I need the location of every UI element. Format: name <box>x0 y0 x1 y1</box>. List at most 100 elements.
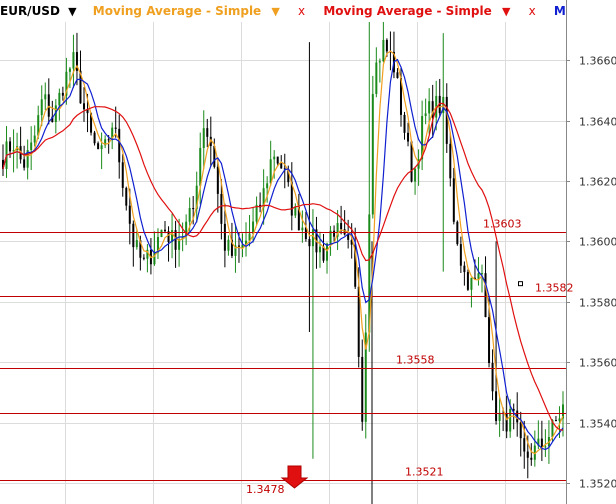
candle-body <box>308 239 311 247</box>
candle-body <box>495 391 498 421</box>
candle-body <box>403 114 406 133</box>
candle-body <box>554 420 557 422</box>
price-tick-label: 1.3560 <box>579 357 616 370</box>
candle-body <box>125 187 128 206</box>
candle-body <box>114 127 117 129</box>
candle-body <box>371 93 374 215</box>
candle-body <box>188 208 191 222</box>
level-label: 1.3558 <box>396 354 435 367</box>
candle-body <box>206 128 209 137</box>
level-handle[interactable] <box>518 281 523 287</box>
candle-body <box>340 223 343 230</box>
ma-slow-label[interactable]: Moving Average - Simple <box>323 0 491 22</box>
candle-body <box>382 39 385 62</box>
candle-body <box>466 272 469 290</box>
candle-body <box>128 205 131 224</box>
candle-body <box>280 163 283 169</box>
price-tick-label: 1.3580 <box>579 297 616 310</box>
candle-body <box>463 265 466 273</box>
candle-body <box>220 193 223 224</box>
candle-body <box>58 92 61 106</box>
candle-body <box>142 257 145 259</box>
candle-body <box>276 156 279 164</box>
candle-body <box>97 143 100 150</box>
candle-body <box>491 363 494 392</box>
candle-body <box>361 356 364 422</box>
price-tick-label: 1.3600 <box>579 236 616 249</box>
candle-body <box>192 208 195 210</box>
candle-body <box>118 128 121 163</box>
candle-body <box>445 96 448 144</box>
candle-body <box>30 142 33 151</box>
candle-body <box>199 148 202 186</box>
candle-body <box>544 446 547 448</box>
candle-body <box>216 166 219 194</box>
candle-body <box>477 273 480 279</box>
indicator-legend: EUR/USD ▼ Moving Average - Simple ▼ x Mo… <box>0 0 566 22</box>
candle-body <box>396 72 399 79</box>
level-label: 1.3582 <box>535 282 574 295</box>
candle-body <box>47 94 50 117</box>
candle-body <box>484 273 487 318</box>
candle-body <box>470 277 473 290</box>
candle-body <box>61 92 64 96</box>
candle-body <box>294 207 297 216</box>
candle-body <box>40 99 43 116</box>
symbol-label[interactable]: EUR/USD <box>0 0 60 22</box>
candle-body <box>83 103 86 110</box>
candle-body <box>452 178 455 222</box>
candle-body <box>266 183 269 189</box>
candle-body <box>385 39 388 52</box>
price-tick-label: 1.3520 <box>579 478 616 491</box>
price-tick-label: 1.3620 <box>579 176 616 189</box>
ma-mid-label[interactable]: Moving A <box>554 0 566 22</box>
candle-body <box>72 52 75 69</box>
candle-body <box>480 273 483 275</box>
candle-body <box>505 412 508 432</box>
candle-body <box>100 145 103 150</box>
ma-fast-dropdown-icon[interactable]: ▼ <box>271 1 279 22</box>
candle-body <box>202 128 205 149</box>
candle-body <box>498 412 501 421</box>
price-tick-label: 1.3640 <box>579 116 616 129</box>
symbol-dropdown-icon[interactable]: ▼ <box>68 1 76 22</box>
candle-body <box>23 159 26 168</box>
candle-body <box>107 139 110 141</box>
candle-body <box>273 156 276 160</box>
candle-body <box>160 229 163 237</box>
candle-body <box>558 418 561 421</box>
candle-body <box>459 244 462 266</box>
chart-window: 1.3603 1.3582 1.3558 1.3521 1.3478 1.3660 1.3… <box>0 0 616 504</box>
candle-body <box>519 422 522 439</box>
candle-body <box>449 143 452 179</box>
candle-body <box>523 438 526 452</box>
candle-body <box>269 159 272 184</box>
candle-body <box>333 230 336 237</box>
candle-body <box>164 229 167 232</box>
ma-slow-close-icon[interactable]: x <box>529 0 536 22</box>
candle-body <box>223 223 226 251</box>
candle-body <box>9 141 12 152</box>
ma-fast-label[interactable]: Moving Average - Simple <box>93 0 261 22</box>
candle-body <box>378 61 381 63</box>
price-chart[interactable]: 1.36031.35821.35581.35211.3478 1.36601.3… <box>0 0 616 504</box>
ma-slow-dropdown-icon[interactable]: ▼ <box>502 1 510 22</box>
candle-body <box>326 243 329 261</box>
candle-body <box>33 135 36 143</box>
candle-body <box>526 451 529 458</box>
candle-body <box>343 229 346 235</box>
candle-body <box>132 223 135 248</box>
price-axis: 1.3660 1.3640 1.3620 1.3600 1.3580 1.3560 1.35… <box>566 0 616 504</box>
candle-body <box>93 132 96 144</box>
candle-body <box>301 227 304 231</box>
candle-body <box>121 162 124 188</box>
candle-body <box>530 457 533 460</box>
candle-body <box>135 240 138 248</box>
price-tick-label: 1.3540 <box>579 418 616 431</box>
candle-body <box>540 438 543 448</box>
candle-body <box>488 317 491 364</box>
candle-body <box>407 132 410 142</box>
candle-body <box>375 62 378 94</box>
ma-fast-close-icon[interactable]: x <box>298 0 305 22</box>
candle-body <box>428 101 431 114</box>
